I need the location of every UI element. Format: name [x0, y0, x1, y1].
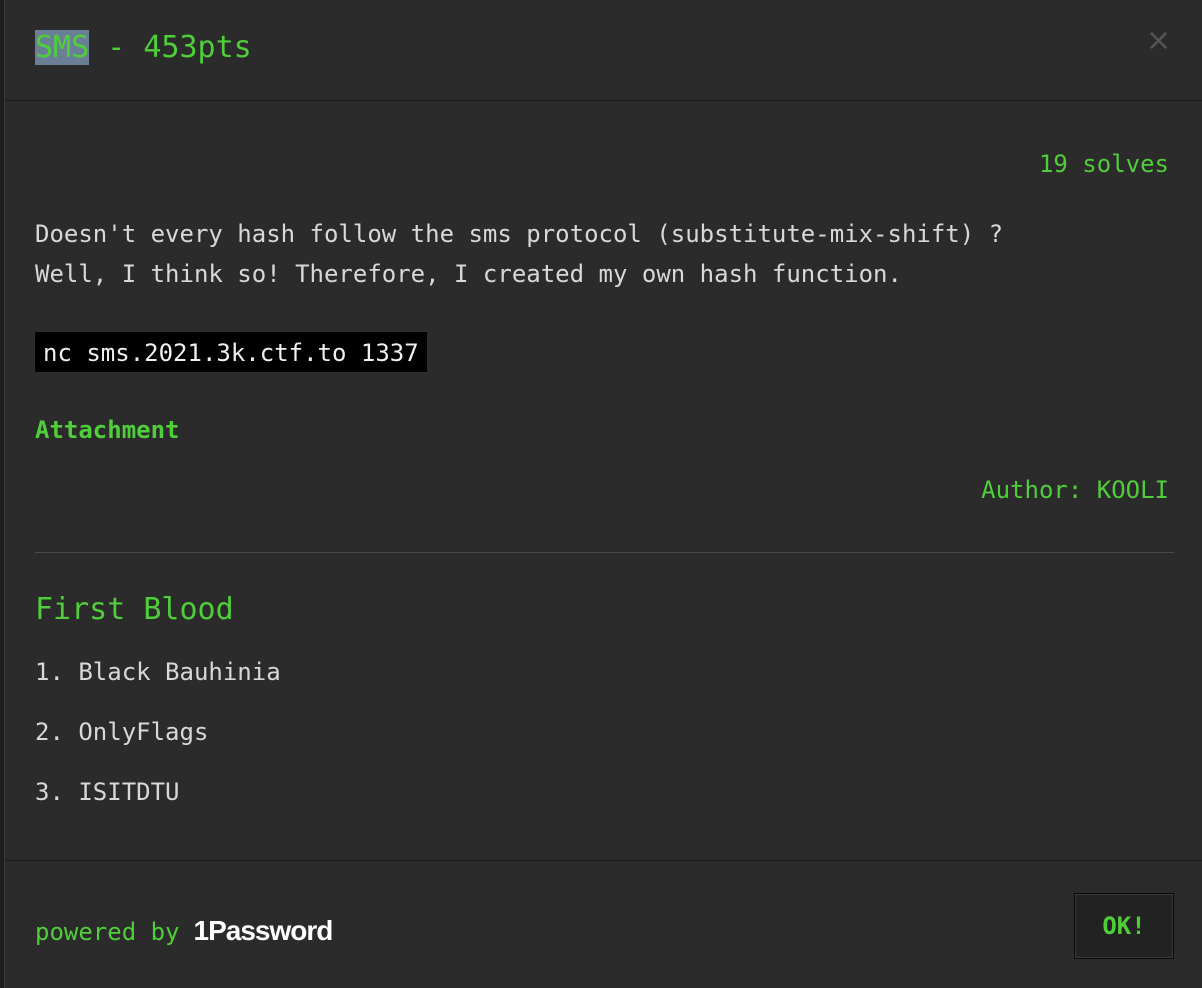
- first-blood-title: First Blood: [35, 592, 234, 627]
- powered-by-label: powered by: [35, 918, 180, 946]
- challenge-modal: SMS - 453pts × 19 solves Doesn't every h…: [4, 0, 1202, 988]
- close-icon[interactable]: ×: [1146, 26, 1171, 56]
- first-blood-entry: 2. OnlyFlags: [35, 718, 209, 746]
- attachment-link[interactable]: Attachment: [35, 416, 180, 444]
- title-highlighted-text: SMS: [35, 30, 90, 65]
- first-blood-list: 1. Black Bauhinia 2. OnlyFlags 3. ISITDT…: [35, 652, 281, 832]
- solves-count: 19 solves: [1038, 150, 1169, 178]
- modal-footer: powered by 1Password OK!: [5, 860, 1202, 988]
- first-blood-entry: 3. ISITDTU: [35, 778, 180, 806]
- description-line: Doesn't every hash follow the sms protoc…: [35, 220, 1004, 248]
- description-line: Well, I think so! Therefore, I created m…: [35, 260, 902, 288]
- modal-header: SMS - 453pts ×: [5, 0, 1202, 101]
- challenge-description: Doesn't every hash follow the sms protoc…: [35, 214, 1175, 294]
- 1password-logo: 1Password: [193, 915, 334, 946]
- ok-button[interactable]: OK!: [1074, 893, 1174, 959]
- author-label: Author: KOOLI: [981, 476, 1169, 504]
- section-divider: [35, 552, 1174, 553]
- title-points: - 453pts: [89, 30, 252, 65]
- challenge-title: SMS - 453pts: [35, 28, 252, 68]
- first-blood-entry: 1. Black Bauhinia: [35, 658, 281, 686]
- connection-command: nc sms.2021.3k.ctf.to 1337: [35, 332, 427, 372]
- powered-by: powered by 1Password: [35, 913, 334, 950]
